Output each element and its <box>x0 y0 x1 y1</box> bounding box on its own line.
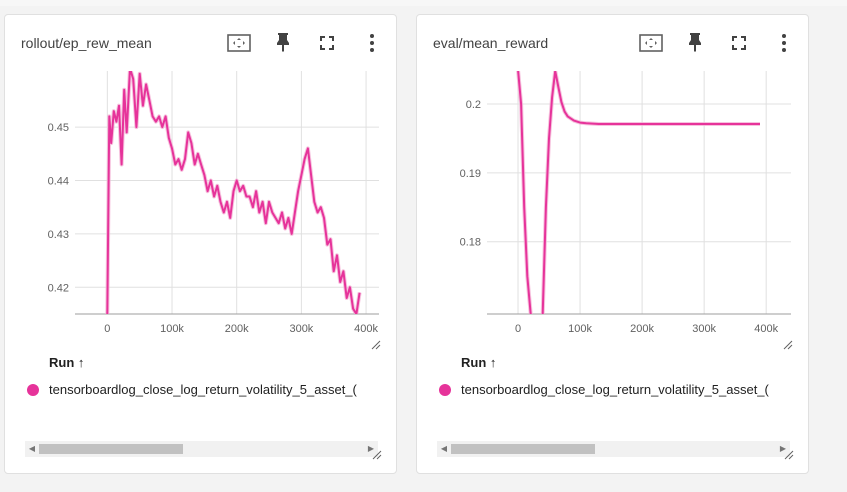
y-tick-label: 0.44 <box>48 175 69 187</box>
chart-card-eval: eval/mean_reward 0 100k 200k 300k 400k 0.18 0.… <box>416 14 809 474</box>
scrollbar-thumb[interactable] <box>451 444 595 454</box>
x-tick-label: 0 <box>104 323 110 335</box>
scrollbar-thumb[interactable] <box>39 444 183 454</box>
chart-card-rollout: rollout/ep_rew_mean 0 100k 200k 300k 400k 0.4… <box>4 14 397 474</box>
y-tick-label: 0.42 <box>48 282 69 294</box>
x-tick-label: 200k <box>630 323 654 335</box>
scroll-left-icon[interactable]: ◀ <box>25 441 39 457</box>
table-resize-handle[interactable] <box>372 447 382 460</box>
scroll-left-icon[interactable]: ◀ <box>437 441 451 457</box>
y-tick-label: 0.45 <box>48 122 69 134</box>
pin-icon[interactable] <box>271 31 295 55</box>
card-title: rollout/ep_rew_mean <box>21 35 152 51</box>
x-tick-label: 400k <box>754 323 778 335</box>
card-title: eval/mean_reward <box>433 35 549 51</box>
run-column-header[interactable]: Run ↑ <box>49 355 84 370</box>
chart-resize-handle[interactable] <box>371 337 381 350</box>
run-name: tensorboardlog_close_log_return_volatili… <box>49 382 357 397</box>
series-line <box>517 71 760 314</box>
series-raw-line <box>516 71 760 314</box>
chart-resize-handle[interactable] <box>783 337 793 350</box>
run-name: tensorboardlog_close_log_return_volatili… <box>461 382 769 397</box>
run-list-item[interactable]: tensorboardlog_close_log_return_volatili… <box>27 381 387 399</box>
series-line <box>106 71 361 314</box>
x-tick-label: 0 <box>515 323 521 335</box>
x-tick-label: 300k <box>692 323 716 335</box>
line-chart[interactable]: 0 100k 200k 300k 400k 0.18 0.19 0.2 <box>417 71 810 351</box>
y-tick-label: 0.18 <box>460 237 481 249</box>
top-strip <box>0 0 847 6</box>
run-column-header[interactable]: Run ↑ <box>461 355 496 370</box>
x-tick-label: 200k <box>225 323 249 335</box>
y-tick-label: 0.43 <box>48 229 69 241</box>
pin-icon[interactable] <box>683 31 707 55</box>
more-vert-icon[interactable] <box>360 31 384 55</box>
line-chart[interactable]: 0 100k 200k 300k 400k 0.42 0.43 0.44 0.45 <box>5 71 398 351</box>
horizontal-scrollbar[interactable]: ◀ ▶ <box>437 441 790 457</box>
fit-domain-icon[interactable] <box>639 31 663 55</box>
horizontal-scrollbar[interactable]: ◀ ▶ <box>25 441 378 457</box>
run-list-item[interactable]: tensorboardlog_close_log_return_volatili… <box>439 381 799 399</box>
run-color-dot[interactable] <box>439 384 451 396</box>
x-tick-label: 100k <box>160 323 184 335</box>
fullscreen-icon[interactable] <box>315 31 339 55</box>
more-vert-icon[interactable] <box>772 31 796 55</box>
run-color-dot[interactable] <box>27 384 39 396</box>
fit-domain-icon[interactable] <box>227 31 251 55</box>
x-tick-label: 400k <box>354 323 378 335</box>
x-tick-label: 100k <box>568 323 592 335</box>
y-tick-label: 0.19 <box>460 168 481 180</box>
fullscreen-icon[interactable] <box>727 31 751 55</box>
table-resize-handle[interactable] <box>784 447 794 460</box>
x-tick-label: 300k <box>289 323 313 335</box>
y-tick-label: 0.2 <box>466 99 481 111</box>
